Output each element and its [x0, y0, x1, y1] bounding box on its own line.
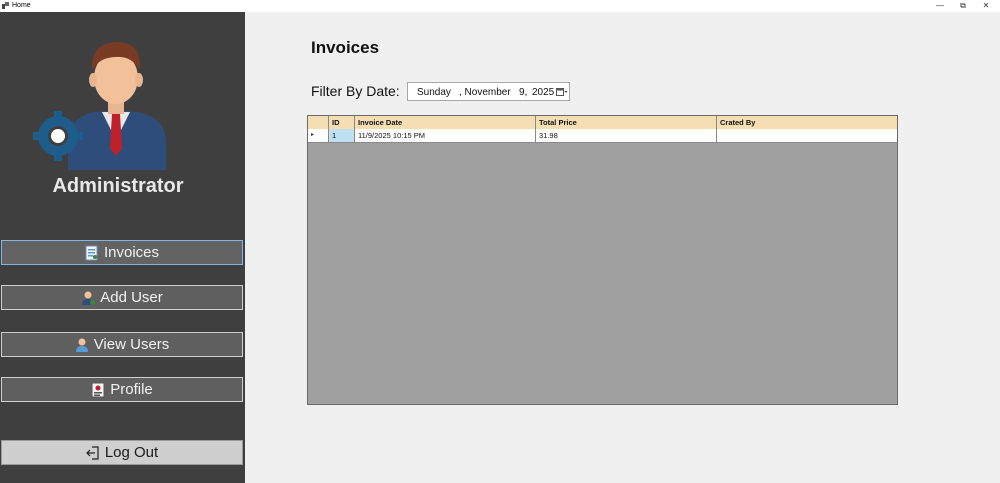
logout-icon: [85, 445, 99, 460]
date-picker[interactable]: Sunday , November 9, 2025: [407, 82, 570, 101]
cell-created-by[interactable]: [717, 129, 897, 142]
cell-total-price[interactable]: 31.98: [536, 129, 717, 142]
column-header-invoice-date[interactable]: Invoice Date: [355, 116, 536, 129]
column-header-total-price[interactable]: Total Price: [536, 116, 717, 129]
sidebar-item-label: View Users: [93, 336, 170, 353]
cell-invoice-date[interactable]: 11/9/2025 10:15 PM: [355, 129, 536, 142]
date-number[interactable]: 9,: [519, 87, 527, 98]
sidebar-item-label: Profile: [110, 381, 153, 398]
restore-button[interactable]: ⧉: [952, 0, 974, 12]
invoices-table[interactable]: ID Invoice Date Total Price Crated By ▸ …: [307, 115, 898, 405]
profile-icon: [91, 382, 105, 397]
sidebar-item-view-users[interactable]: View Users: [1, 332, 243, 357]
app-icon: [2, 2, 9, 9]
calendar-dropdown-icon[interactable]: [556, 87, 568, 97]
sidebar-item-label: Add User: [100, 289, 163, 306]
logout-label: Log Out: [104, 444, 159, 461]
window-title: Home: [12, 2, 31, 9]
sidebar-item-add-user[interactable]: Add User: [1, 285, 243, 310]
filter-date-label: Filter By Date:: [311, 83, 400, 99]
sidebar-item-invoices[interactable]: Invoices: [1, 240, 243, 265]
invoice-icon: [85, 245, 98, 260]
date-day[interactable]: Sunday: [417, 87, 451, 98]
row-indicator-icon[interactable]: ▸: [308, 129, 329, 142]
sidebar-item-profile[interactable]: Profile: [1, 377, 243, 402]
admin-avatar-icon: [33, 42, 166, 170]
close-button[interactable]: ✕: [975, 0, 997, 12]
sidebar-item-label: Invoices: [103, 244, 160, 261]
column-header-created-by[interactable]: Crated By: [717, 116, 897, 129]
title-bar: Home — ⧉ ✕: [0, 0, 1000, 12]
page-title: Invoices: [311, 38, 380, 57]
minimize-button[interactable]: —: [929, 0, 951, 12]
date-month[interactable]: , November: [459, 87, 511, 98]
cell-id[interactable]: 1: [329, 129, 355, 142]
date-year[interactable]: 2025: [532, 87, 554, 98]
logout-button[interactable]: Log Out: [1, 440, 243, 465]
row-header-corner: [308, 116, 329, 129]
user-role-title: Administrator: [52, 175, 184, 197]
sidebar: Administrator Invoices Add User View Use…: [0, 12, 245, 483]
users-icon: [75, 338, 88, 352]
add-user-icon: [82, 291, 96, 305]
table-row[interactable]: ▸ 1 11/9/2025 10:15 PM 31.98: [308, 129, 897, 143]
column-header-id[interactable]: ID: [329, 116, 355, 129]
table-header: ID Invoice Date Total Price Crated By: [308, 116, 897, 130]
